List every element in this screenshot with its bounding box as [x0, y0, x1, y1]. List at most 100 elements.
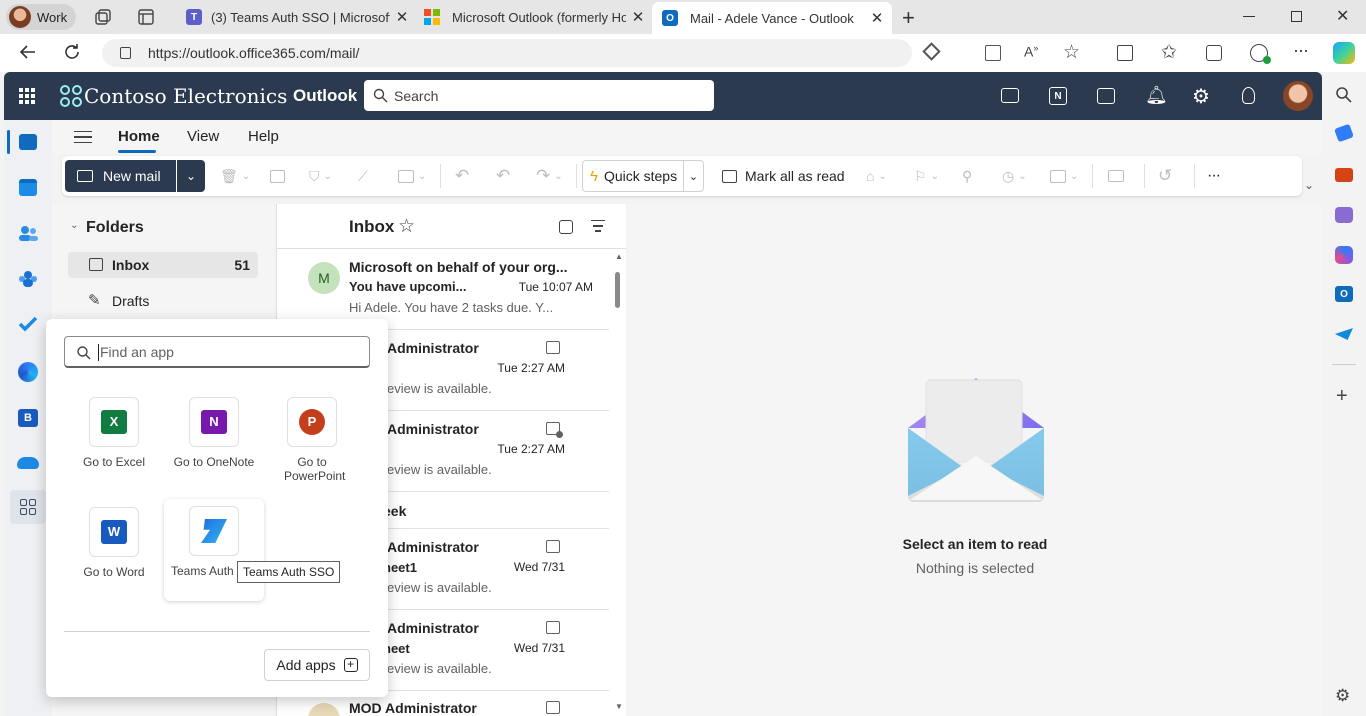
- flag-icon[interactable]: ⚐ ⌄: [914, 162, 939, 190]
- sweep-icon[interactable]: ⟋: [358, 162, 368, 190]
- new-tab-icon[interactable]: +: [902, 5, 915, 31]
- more-apps-icon[interactable]: [10, 490, 46, 524]
- vertical-tabs-icon[interactable]: [137, 8, 155, 26]
- scroll-up-icon[interactable]: ▲: [615, 252, 623, 261]
- mark-all-read-button[interactable]: Mark all as read: [722, 162, 845, 190]
- folders-collapse-icon[interactable]: ⌄: [70, 220, 78, 231]
- more-options-icon[interactable]: ···: [1207, 162, 1221, 190]
- copilot-icon[interactable]: [1333, 42, 1355, 64]
- move-to-icon[interactable]: ⌄: [398, 162, 426, 190]
- back-icon[interactable]: [18, 42, 38, 62]
- chevron-down-icon[interactable]: ⌄: [683, 161, 703, 191]
- report-shield-icon[interactable]: ⛉ ⌄: [309, 162, 332, 190]
- undo-icon[interactable]: ↺: [1158, 162, 1172, 190]
- message-item[interactable]: M Microsoft on behalf of your org... You…: [277, 249, 609, 330]
- settings-gear-icon[interactable]: ⚙: [1192, 84, 1210, 109]
- tips-lightbulb-icon[interactable]: [1242, 87, 1255, 104]
- split-screen-icon[interactable]: [1117, 45, 1133, 61]
- app-launcher-waffle-icon[interactable]: [19, 88, 35, 104]
- notifications-bell-icon[interactable]: 🔔︎: [1145, 85, 1168, 106]
- app-tile-word[interactable]: W Go to Word: [64, 507, 164, 579]
- sidebar-add-icon[interactable]: +: [1336, 385, 1348, 408]
- hamburger-menu-icon[interactable]: [74, 131, 92, 143]
- sidebar-drop-icon[interactable]: [1335, 328, 1353, 340]
- onedrive-icon[interactable]: [17, 457, 39, 469]
- select-mode-icon[interactable]: [559, 220, 573, 234]
- sidebar-tools-icon[interactable]: [1335, 168, 1353, 182]
- account-avatar[interactable]: [1283, 81, 1313, 111]
- tab-help[interactable]: Help: [248, 128, 279, 145]
- browser-essentials-icon[interactable]: [1250, 44, 1271, 64]
- app-name[interactable]: Outlook: [293, 86, 357, 106]
- favorites-icon[interactable]: ✩: [1161, 41, 1177, 64]
- find-app-input[interactable]: Find an app: [64, 336, 370, 368]
- rules-icon[interactable]: ⌄: [1050, 162, 1078, 190]
- folder-item-drafts[interactable]: ✎ Drafts: [68, 288, 258, 314]
- mail-icon[interactable]: [19, 134, 37, 150]
- tag-icon[interactable]: ⌂ ⌄: [866, 162, 887, 190]
- apps-available-icon[interactable]: [985, 45, 1001, 61]
- list-title[interactable]: Inbox: [349, 217, 394, 237]
- people-icon[interactable]: [18, 225, 38, 241]
- tab-close-icon[interactable]: ✕: [626, 8, 650, 26]
- sidebar-outlook-icon[interactable]: O: [1335, 286, 1353, 302]
- reply-icon[interactable]: ↶: [455, 162, 469, 190]
- workspaces-icon[interactable]: [94, 8, 112, 26]
- sidebar-m365-icon[interactable]: [1335, 246, 1353, 264]
- favorite-star-icon[interactable]: ☆: [398, 215, 415, 238]
- snooze-clock-icon[interactable]: ◷ ⌄: [1002, 162, 1027, 190]
- filter-icon[interactable]: [591, 220, 605, 232]
- teams-chat-icon[interactable]: [1001, 88, 1019, 103]
- app-tile-teams-auth[interactable]: Teams Auth: [164, 499, 264, 601]
- forward-icon[interactable]: ↷ ⌄: [536, 162, 563, 190]
- sidebar-search-icon[interactable]: [1335, 86, 1353, 104]
- read-aloud-icon[interactable]: A»: [1024, 43, 1038, 60]
- profile-button[interactable]: Work: [6, 4, 76, 30]
- refresh-icon[interactable]: [62, 42, 82, 62]
- org-name[interactable]: Contoso Electronics: [84, 84, 287, 108]
- new-mail-button[interactable]: New mail: [65, 160, 176, 192]
- ribbon-collapse-icon[interactable]: ⌄: [1304, 178, 1314, 192]
- onenote-feed-icon[interactable]: N: [1049, 87, 1067, 105]
- reply-all-icon[interactable]: ↶: [496, 162, 510, 190]
- tab-close-icon[interactable]: ✕: [390, 8, 414, 26]
- browser-tab-teams[interactable]: T (3) Teams Auth SSO | Microsoft Teams ✕: [178, 3, 414, 31]
- tracking-icon[interactable]: [922, 42, 941, 61]
- archive-icon[interactable]: [270, 162, 285, 190]
- sidebar-shopping-icon[interactable]: [1334, 123, 1354, 143]
- calendar-icon[interactable]: [19, 179, 37, 196]
- browser-tab-mail-active[interactable]: O Mail - Adele Vance - Outlook ✕: [652, 2, 892, 34]
- settings-more-icon[interactable]: ···: [1293, 40, 1309, 61]
- delete-icon[interactable]: 🗑︎ ⌄: [220, 162, 250, 190]
- minimize-icon[interactable]: [1243, 16, 1255, 17]
- todo-check-icon[interactable]: [18, 316, 38, 332]
- groups-icon[interactable]: [18, 270, 38, 288]
- new-mail-dropdown[interactable]: ⌄: [177, 160, 205, 192]
- print-icon[interactable]: [1108, 162, 1124, 190]
- scrollbar-track[interactable]: [610, 250, 626, 716]
- quick-steps-button[interactable]: ϟ Quick steps ⌄: [582, 160, 704, 192]
- folder-item-inbox[interactable]: Inbox 51: [68, 252, 258, 278]
- window-close-icon[interactable]: ✕: [1336, 6, 1349, 26]
- app-tile-powerpoint[interactable]: P Go to PowerPoint: [264, 397, 360, 483]
- scrollbar-thumb[interactable]: [615, 272, 620, 308]
- restore-icon[interactable]: [1291, 11, 1302, 22]
- sidebar-games-icon[interactable]: [1335, 207, 1353, 223]
- favorite-star-icon[interactable]: ☆: [1063, 41, 1080, 64]
- tab-close-icon[interactable]: ✕: [862, 9, 892, 27]
- sidebar-settings-icon[interactable]: ⚙: [1335, 686, 1350, 706]
- scroll-down-icon[interactable]: ▼: [615, 702, 623, 711]
- pin-icon[interactable]: ⚲: [962, 162, 972, 190]
- url-field[interactable]: https://outlook.office365.com/mail/: [102, 39, 941, 67]
- app-tile-excel[interactable]: X Go to Excel: [64, 397, 164, 469]
- word-rail-icon[interactable]: B: [18, 409, 38, 427]
- my-day-icon[interactable]: [1097, 88, 1115, 104]
- viva-icon[interactable]: [18, 362, 38, 382]
- tab-home[interactable]: Home: [118, 128, 160, 145]
- browser-tab-outlook-com[interactable]: Microsoft Outlook (formerly Hotmail) ✕: [418, 3, 650, 31]
- app-tile-onenote[interactable]: N Go to OneNote: [164, 397, 264, 469]
- collections-icon[interactable]: [1206, 45, 1222, 61]
- folders-heading[interactable]: Folders: [86, 219, 144, 237]
- tab-view[interactable]: View: [187, 128, 219, 145]
- search-box[interactable]: Search: [364, 80, 714, 111]
